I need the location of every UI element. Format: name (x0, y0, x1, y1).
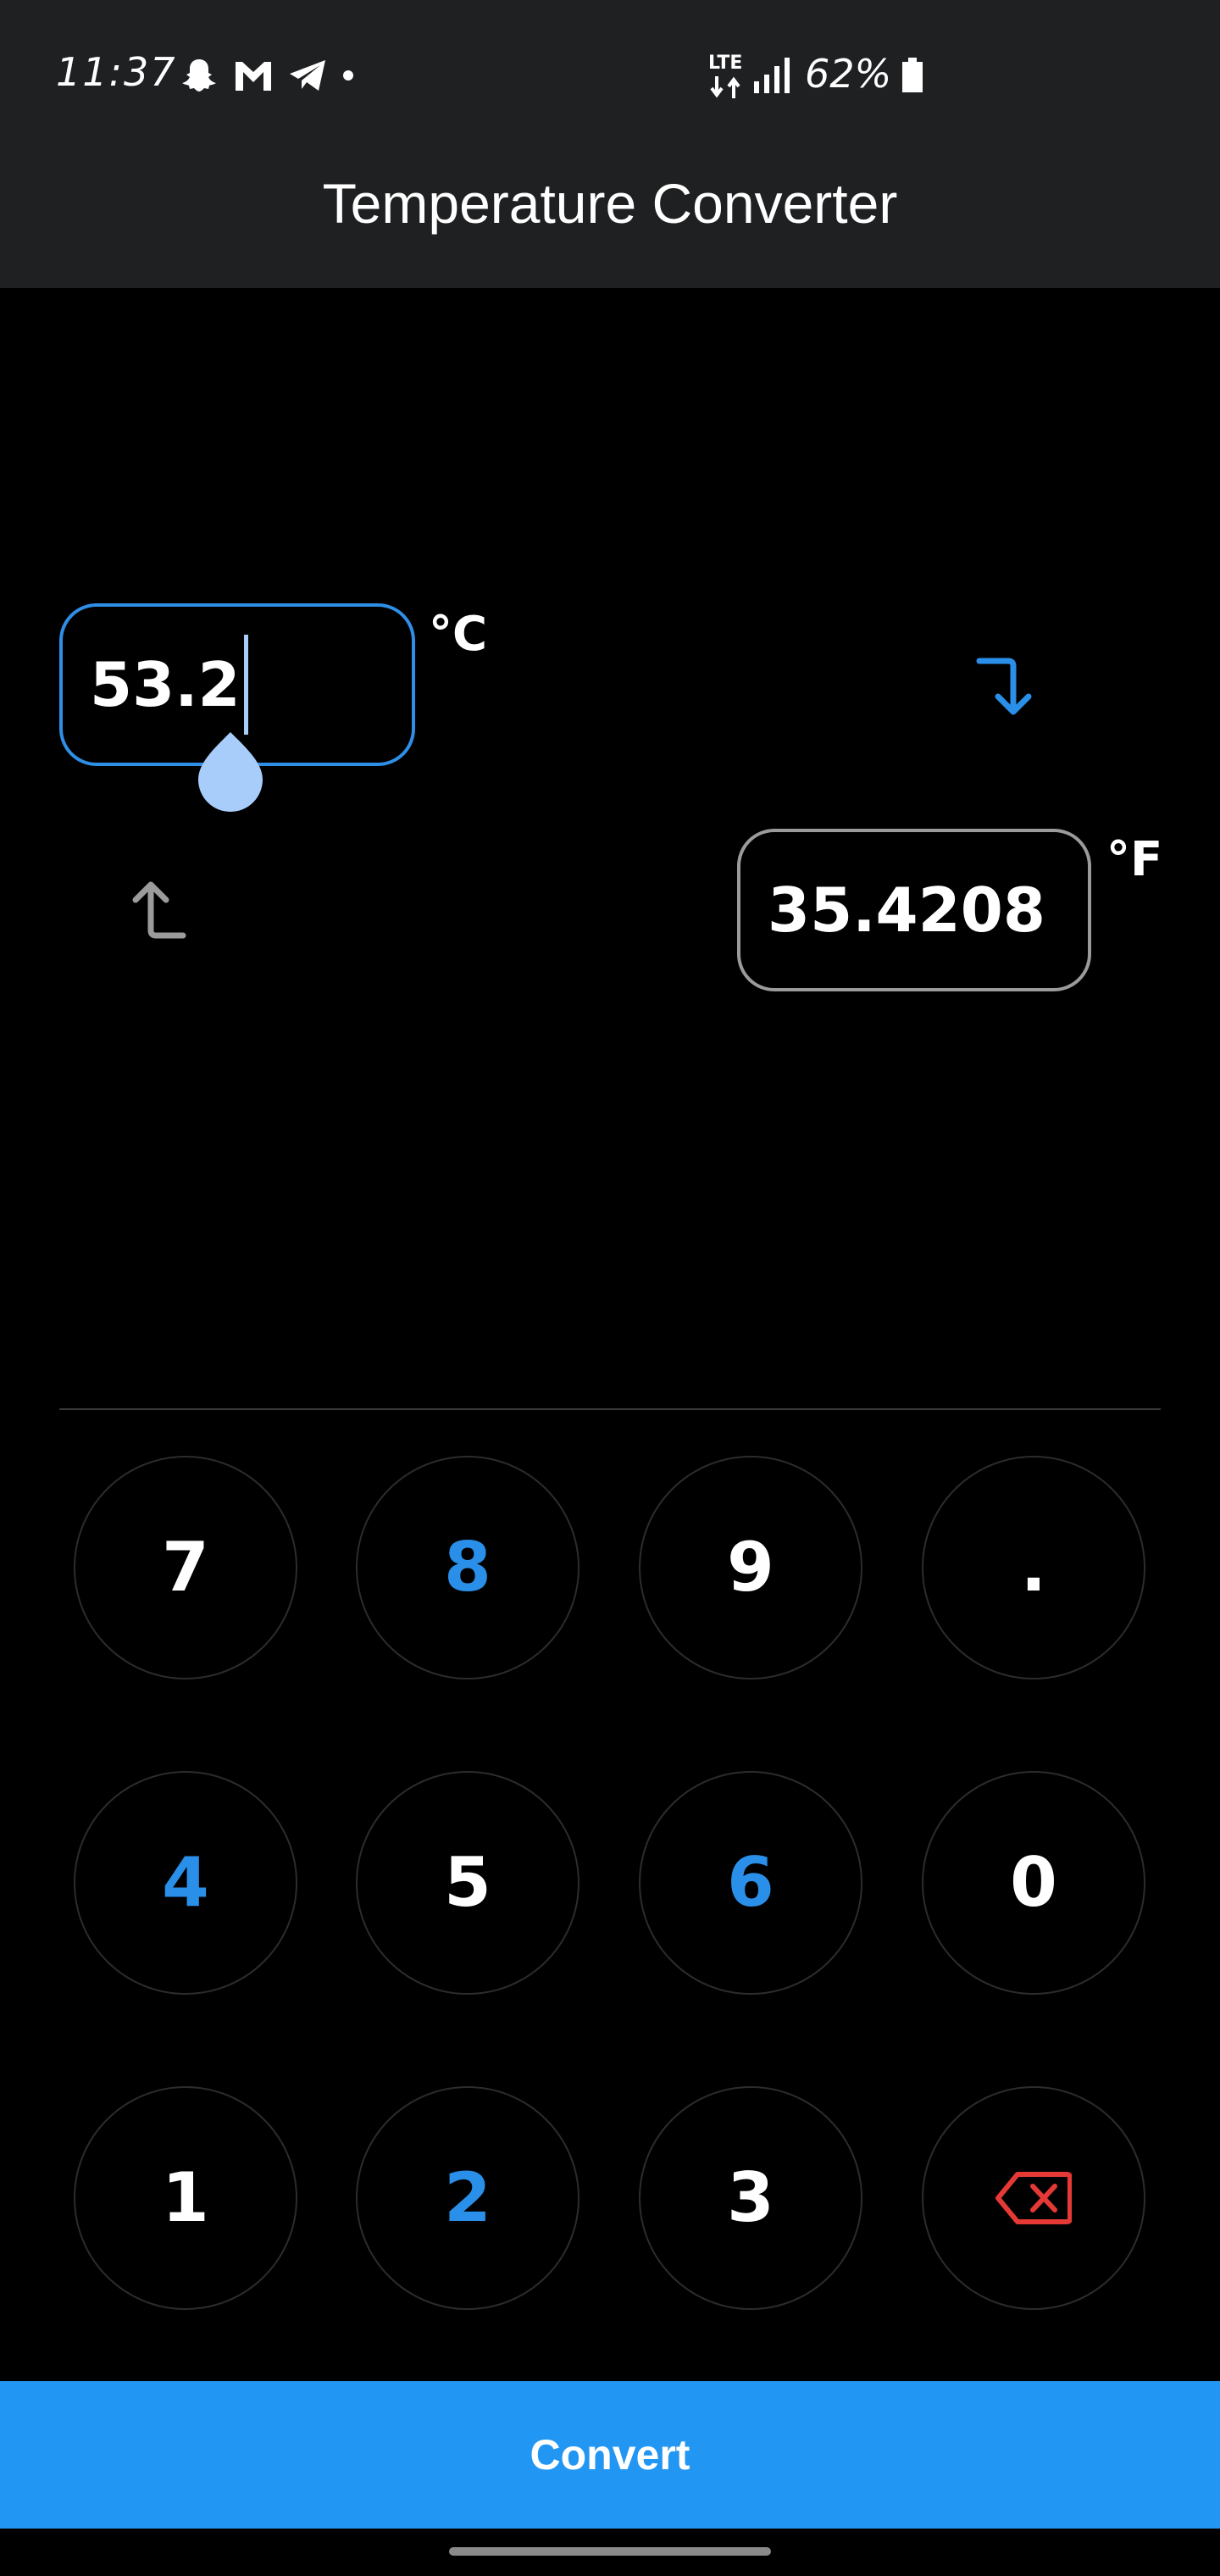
text-cursor (243, 635, 248, 735)
key-5[interactable]: 5 (356, 1771, 580, 1995)
page-title: Temperature Converter (322, 172, 898, 235)
backspace-icon (995, 2172, 1072, 2224)
battery-icon (902, 58, 923, 92)
fahrenheit-unit-label: °F (1106, 832, 1163, 887)
key-2[interactable]: 2 (356, 2086, 580, 2310)
keypad-divider (59, 1408, 1161, 1410)
key-9[interactable]: 9 (639, 1456, 862, 1679)
key-3[interactable]: 3 (639, 2086, 862, 2310)
snapchat-icon (182, 59, 216, 92)
app-screen: 11:37 LTE 62% Temperature Converter 53.2… (0, 0, 1220, 2576)
battery-percentage: 62% (805, 51, 892, 97)
key-1[interactable]: 1 (74, 2086, 297, 2310)
key-7[interactable]: 7 (74, 1456, 297, 1679)
app-bar: Temperature Converter (0, 153, 1220, 288)
notification-icons (180, 56, 354, 95)
convert-button[interactable]: Convert (0, 2381, 1220, 2529)
key-decimal-point[interactable]: . (922, 1456, 1145, 1679)
celsius-value: 53.2 (90, 649, 241, 720)
more-notifications-dot-icon (343, 70, 353, 80)
cursor-handle-icon[interactable] (197, 729, 264, 813)
network-type: LTE (708, 53, 743, 74)
fahrenheit-value: 35.4208 (768, 874, 1045, 946)
network-indicator: LTE (708, 53, 751, 100)
key-0[interactable]: 0 (922, 1771, 1145, 1995)
gmail-icon (236, 62, 271, 91)
signal-strength-icon (754, 58, 790, 93)
status-time: 11:37 (56, 49, 177, 95)
telegram-icon (290, 60, 325, 91)
data-arrows-icon (710, 76, 740, 98)
celsius-unit-label: °C (429, 607, 488, 662)
key-6[interactable]: 6 (639, 1771, 862, 1995)
key-4[interactable]: 4 (74, 1771, 297, 1995)
fahrenheit-output[interactable]: 35.4208 (737, 829, 1091, 991)
convert-to-celsius-arrow-icon[interactable] (120, 876, 188, 944)
key-8[interactable]: 8 (356, 1456, 580, 1679)
status-bar: 11:37 LTE 62% (0, 0, 1220, 153)
convert-to-fahrenheit-arrow-icon[interactable] (974, 652, 1042, 720)
key-backspace[interactable] (922, 2086, 1145, 2310)
gesture-navigation-handle[interactable] (449, 2547, 771, 2556)
